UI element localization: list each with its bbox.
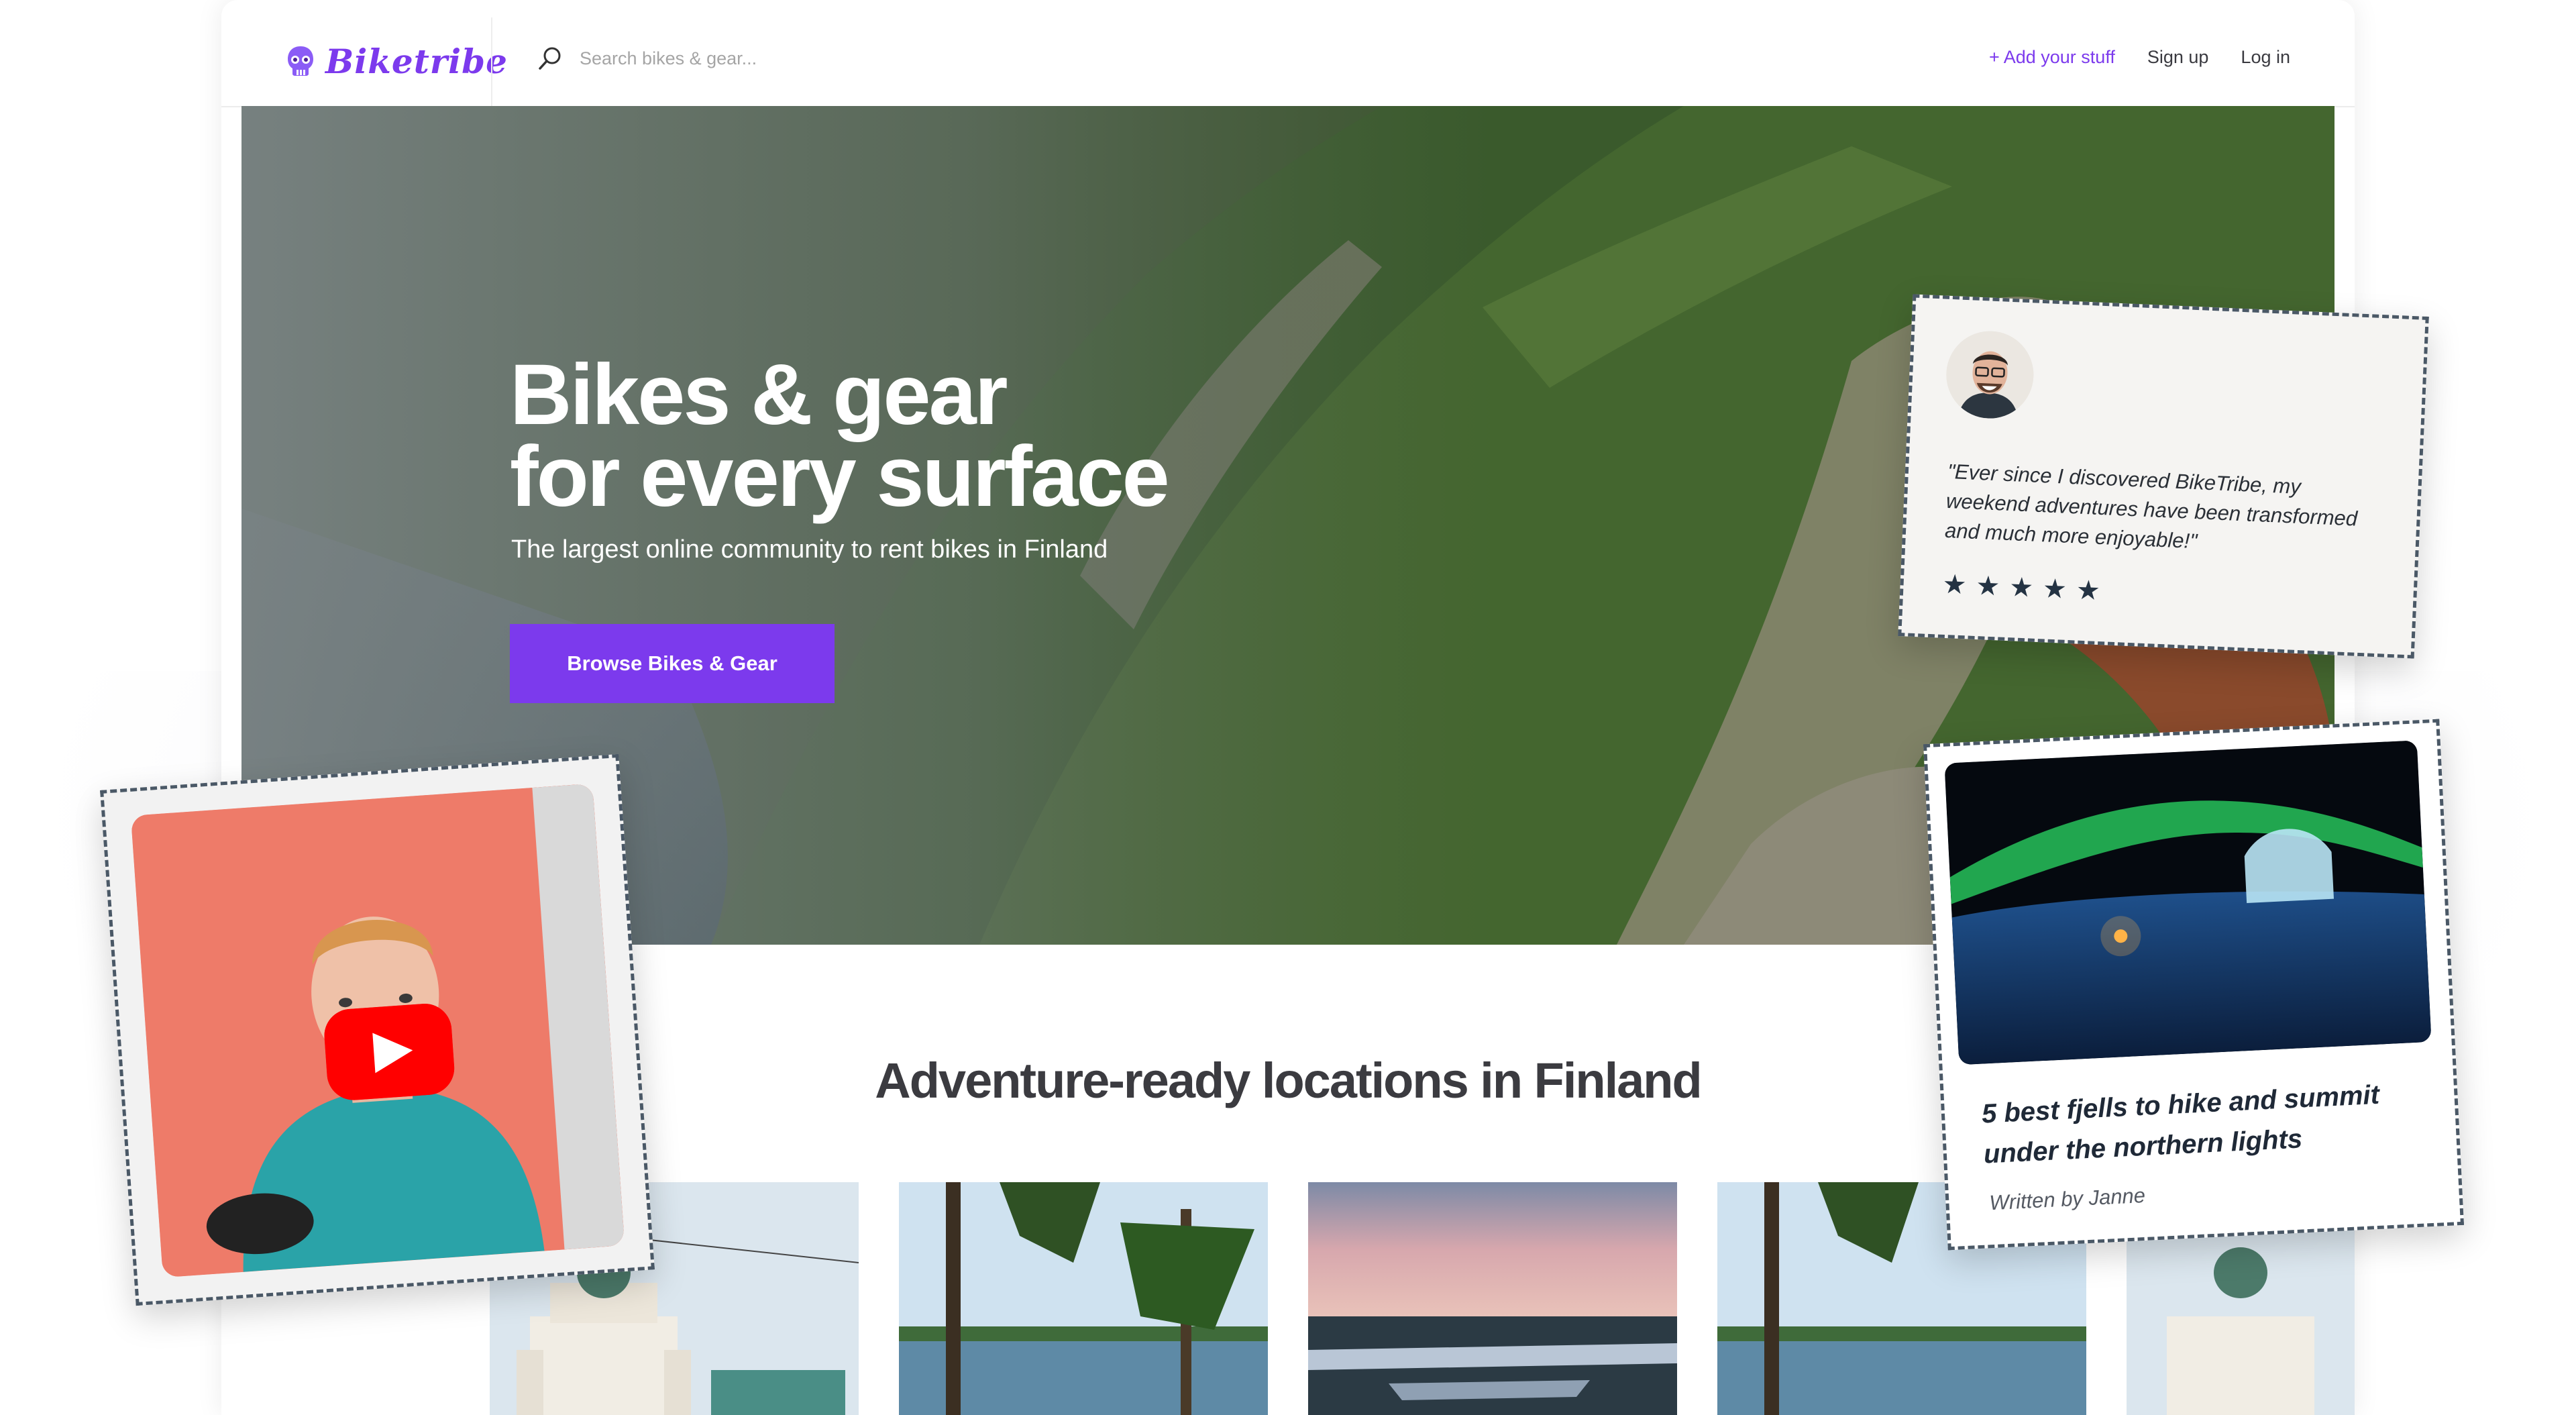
youtube-play-icon [324, 1004, 455, 1100]
skull-logo-icon [288, 46, 313, 76]
brand-name: Biketribe [325, 41, 508, 81]
blog-title: 5 best fjells to hike and summit under t… [1980, 1080, 2380, 1169]
youtube-play-button[interactable] [322, 1002, 456, 1102]
search-icon [539, 47, 561, 70]
nav-divider [491, 17, 492, 106]
avatar [1944, 329, 2036, 421]
star-icon: ★ [1975, 570, 2001, 602]
testimonial-quote: "Ever since I discovered BikeTribe, my w… [1944, 459, 2358, 554]
rating-stars: ★ ★ ★ ★ ★ [1941, 569, 2101, 607]
hero-subtitle: The largest online community to rent bik… [511, 535, 1108, 564]
brand-logo[interactable]: Biketribe [285, 38, 508, 85]
blog-post-card[interactable]: 5 best fjells to hike and summit under t… [1923, 719, 2464, 1251]
add-your-stuff-link[interactable]: + Add your stuff [1989, 47, 2115, 68]
hero-title: Bikes & gear for every surface [510, 352, 1170, 520]
star-icon: ★ [2008, 572, 2035, 603]
location-card[interactable] [1308, 1182, 1677, 1415]
blog-author: Written by Janne [1988, 1183, 2146, 1215]
search-bar [537, 42, 863, 75]
top-navbar: Biketribe + Add your stuff Sign up Log i… [221, 0, 2355, 107]
log-in-link[interactable]: Log in [2241, 47, 2290, 68]
sign-up-link[interactable]: Sign up [2147, 47, 2209, 68]
video-thumbnail [130, 783, 625, 1278]
search-input[interactable] [578, 47, 863, 70]
northern-lights-image [1944, 740, 2432, 1065]
star-icon: ★ [1941, 569, 1968, 600]
star-icon: ★ [2042, 574, 2068, 605]
video-card[interactable] [100, 753, 655, 1306]
star-icon: ★ [2075, 575, 2101, 607]
sunset-lake-image [1308, 1182, 1677, 1415]
hero-title-line-2: for every surface [510, 429, 1170, 525]
location-card[interactable] [899, 1182, 1268, 1415]
testimonial-card: "Ever since I discovered BikeTribe, my w… [1898, 294, 2429, 659]
browse-bikes-gear-button[interactable]: Browse Bikes & Gear [510, 624, 835, 703]
nav-links: + Add your stuff Sign up Log in [1989, 47, 2290, 68]
lake-pines-image [899, 1182, 1268, 1415]
